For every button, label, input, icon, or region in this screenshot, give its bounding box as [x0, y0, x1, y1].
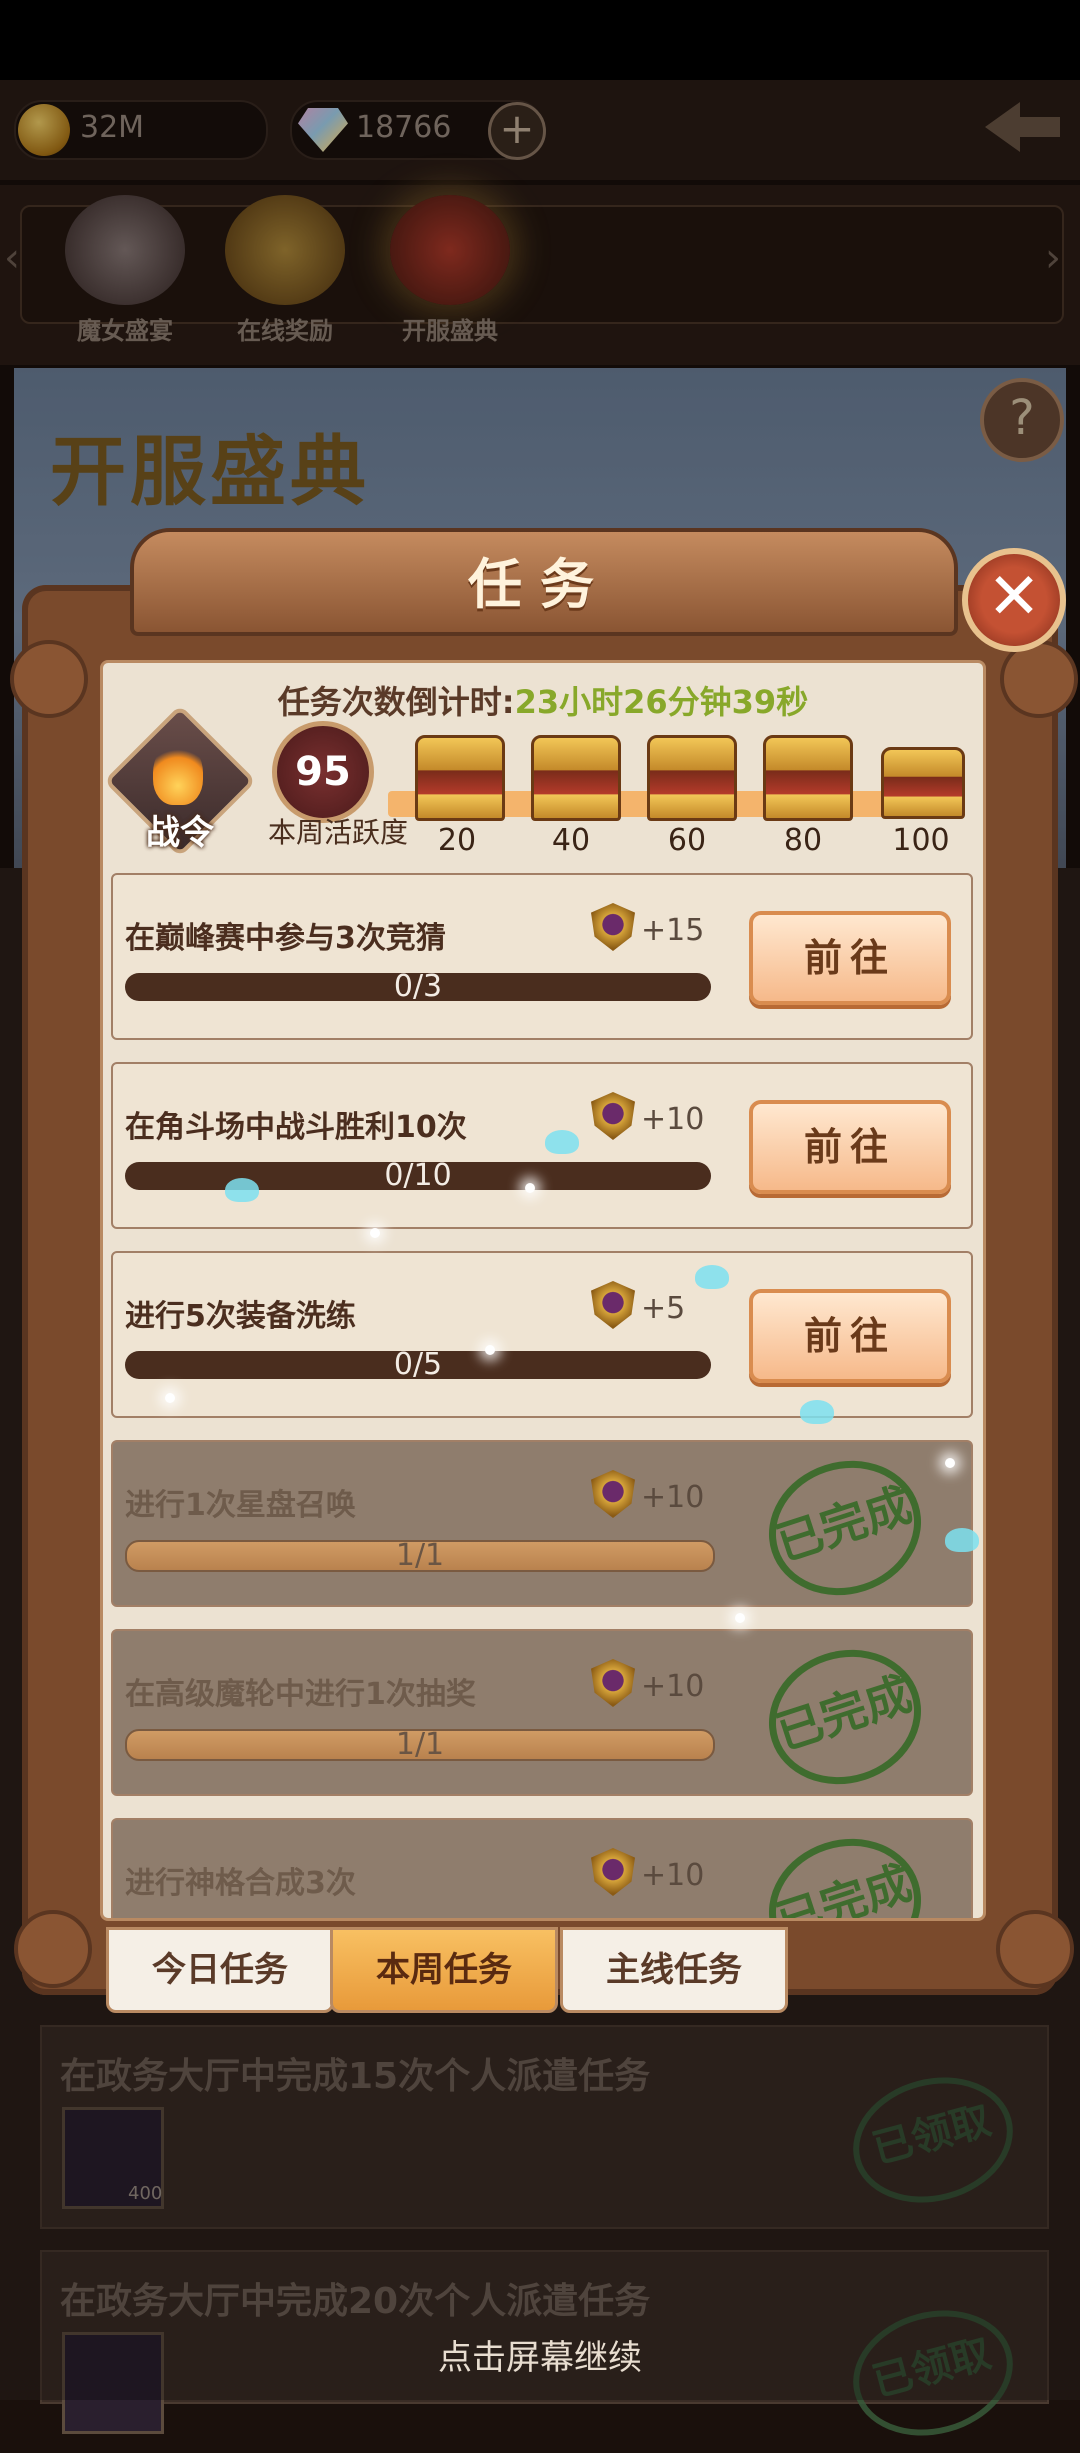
sparkle [525, 1183, 535, 1193]
treasure-chest-icon[interactable] [647, 735, 737, 821]
butterfly [545, 1130, 579, 1154]
milestone-label: 40 [551, 823, 591, 858]
task-title: 进行1次星盘召唤 [125, 1488, 356, 1523]
sparkle [165, 1393, 175, 1403]
activity-shield-icon [591, 1659, 635, 1707]
completed-stamp: 已完成 [751, 1630, 939, 1804]
sparkle [945, 1458, 955, 1468]
task-row: 在巅峰赛中参与3次竞猜 +15 0/3 前往 [111, 873, 973, 1040]
butterfly [695, 1265, 729, 1289]
tab-daily-tasks[interactable]: 今日任务 [106, 1927, 334, 2013]
tab-weekly-tasks[interactable]: 本周任务 [330, 1927, 558, 2013]
task-panel: 任务次数倒计时:23小时26分钟39秒 战令 95 本周活跃度 20 40 60… [100, 660, 986, 1921]
task-progress-bar: 0/5 [125, 1347, 711, 1382]
completed-stamp: 已完成 [751, 1819, 939, 1918]
activity-shield-icon [591, 1092, 635, 1140]
dialog-title: 任务 [468, 553, 612, 616]
activity-shield-icon [591, 1848, 635, 1896]
countdown-label: 任务次数倒计时: [277, 683, 515, 721]
activity-label: 本周活跃度 [267, 816, 408, 849]
task-progress-bar: 0/3 [125, 969, 711, 1004]
milestone-label: 60 [667, 823, 707, 858]
activity-value: 95 [272, 721, 374, 823]
task-row: 进行5次装备洗练 +5 0/5 前往 [111, 1251, 973, 1418]
task-reward: +10 [641, 1480, 705, 1515]
task-progress: 0/3 [393, 969, 443, 1004]
milestone-label: 100 [892, 823, 950, 858]
close-button[interactable]: ✕ [962, 548, 1066, 652]
treasure-chest-icon[interactable] [763, 735, 853, 821]
task-title: 在角斗场中战斗胜利10次 [125, 1110, 467, 1145]
task-reward: +15 [641, 913, 705, 948]
activity-shield-icon [591, 1470, 635, 1518]
task-row: 进行神格合成3次 +10 已完成 [111, 1818, 973, 1918]
countdown: 任务次数倒计时:23小时26分钟39秒 [103, 677, 983, 723]
war-order-button[interactable]: 战令 [103, 704, 257, 858]
task-reward: +10 [641, 1102, 705, 1137]
go-button[interactable]: 前往 [749, 911, 951, 1005]
sparkle [735, 1613, 745, 1623]
butterfly [225, 1178, 259, 1202]
countdown-value: 23小时26分钟39秒 [514, 683, 809, 721]
completed-stamp: 已完成 [751, 1441, 939, 1615]
treasure-chest-icon[interactable] [881, 747, 965, 819]
task-progress-bar: 1/1 [125, 1727, 715, 1762]
task-reward: +10 [641, 1858, 705, 1893]
task-row: 在高级魔轮中进行1次抽奖 +10 1/1 已完成 [111, 1629, 973, 1804]
task-row: 进行1次星盘召唤 +10 1/1 已完成 [111, 1440, 973, 1615]
task-title: 进行神格合成3次 [125, 1866, 356, 1901]
tap-to-continue[interactable]: 点击屏幕继续 [0, 2330, 1080, 2379]
frame-ornament [14, 1910, 92, 1988]
sparkle [485, 1345, 495, 1355]
frame-ornament [10, 640, 88, 718]
tab-main-tasks[interactable]: 主线任务 [560, 1927, 788, 2013]
task-progress: 1/1 [395, 1538, 445, 1573]
task-progress: 0/5 [393, 1347, 443, 1382]
task-title: 在高级魔轮中进行1次抽奖 [125, 1677, 476, 1712]
treasure-chest-icon[interactable] [415, 735, 505, 821]
task-title: 进行5次装备洗练 [125, 1299, 356, 1334]
task-progress-bar: 1/1 [125, 1538, 715, 1573]
milestone-label: 80 [783, 823, 823, 858]
task-row: 在角斗场中战斗胜利10次 +10 0/10 前往 [111, 1062, 973, 1229]
flame-icon [153, 741, 203, 805]
butterfly [800, 1400, 834, 1424]
task-progress: 1/1 [395, 1727, 445, 1762]
go-button[interactable]: 前往 [749, 1100, 951, 1194]
activity-shield-icon [591, 1281, 635, 1329]
task-progress-bar: 0/10 [125, 1158, 711, 1193]
war-order-label: 战令 [146, 813, 214, 853]
task-reward: +5 [641, 1291, 686, 1326]
butterfly [945, 1528, 979, 1552]
activity-shield-icon [591, 903, 635, 951]
treasure-chest-icon[interactable] [531, 735, 621, 821]
frame-ornament [996, 1910, 1074, 1988]
task-progress: 0/10 [384, 1158, 452, 1193]
go-button[interactable]: 前往 [749, 1289, 951, 1383]
task-title: 在巅峰赛中参与3次竞猜 [125, 921, 446, 956]
task-reward: +10 [641, 1669, 705, 1704]
sparkle [370, 1228, 380, 1238]
milestone-label: 20 [437, 823, 477, 858]
